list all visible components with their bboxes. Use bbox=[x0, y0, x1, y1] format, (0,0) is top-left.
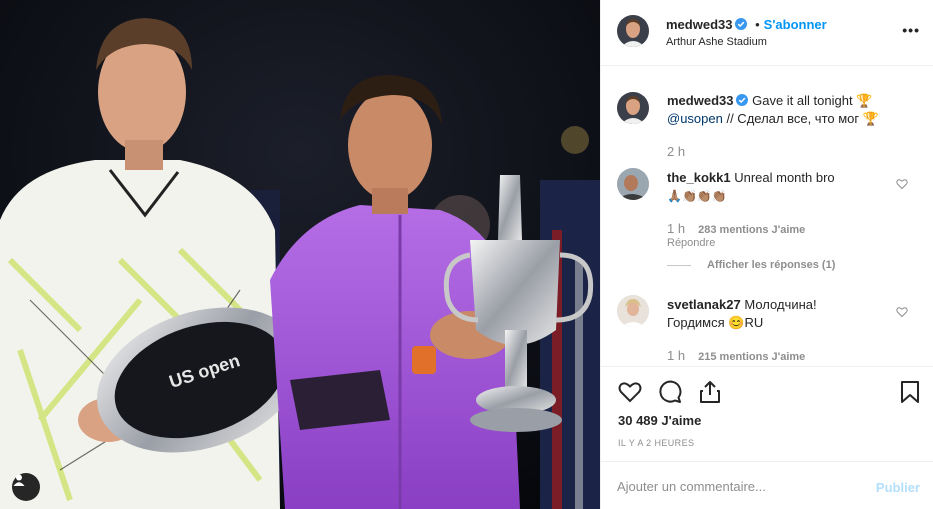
bookmark-icon[interactable] bbox=[897, 379, 923, 405]
like-count[interactable]: 30 489 J'aime bbox=[618, 413, 701, 428]
post-header: medwed33 • S'abonner Arthur Ashe Stadium … bbox=[601, 0, 933, 66]
comment-avatar[interactable] bbox=[617, 168, 649, 200]
follow-button[interactable]: S'abonner bbox=[764, 17, 827, 32]
comment-1-meta: 1 h 283 mentions J'aime bbox=[667, 221, 805, 236]
post-actions: 30 489 J'aime IL Y A 2 HEURES bbox=[601, 366, 933, 460]
post-side-panel: medwed33 • S'abonner Arthur Ashe Stadium … bbox=[600, 0, 933, 509]
comment-1-time[interactable]: 1 h bbox=[667, 221, 685, 236]
caption-username[interactable]: medwed33 bbox=[667, 93, 733, 108]
add-comment-bar: Publier bbox=[601, 461, 933, 509]
avatar-image bbox=[617, 295, 649, 327]
verified-badge-icon bbox=[736, 94, 749, 106]
replies-divider bbox=[667, 264, 691, 266]
separator-dot: • bbox=[755, 17, 760, 32]
comment-avatar[interactable] bbox=[617, 295, 649, 327]
verified-badge-icon bbox=[735, 18, 748, 30]
comment-1-likes[interactable]: 283 mentions J'aime bbox=[698, 224, 805, 236]
avatar-image bbox=[617, 92, 649, 124]
post-timestamp[interactable]: IL Y A 2 HEURES bbox=[618, 438, 694, 448]
post-photo[interactable]: US open bbox=[0, 0, 600, 509]
header-username[interactable]: medwed33 bbox=[666, 17, 732, 32]
avatar-image bbox=[617, 168, 649, 200]
heart-icon[interactable] bbox=[617, 379, 643, 405]
show-replies-button[interactable]: Afficher les réponses (1) bbox=[667, 259, 835, 271]
caption-mention-link[interactable]: @usopen bbox=[667, 111, 723, 126]
location-link[interactable]: Arthur Ashe Stadium bbox=[666, 36, 767, 48]
comment-1-emojis: 🙏🏽👏🏽👏🏽👏🏽 bbox=[667, 189, 727, 203]
avatar[interactable] bbox=[617, 15, 649, 47]
caption-part1: Gave it all tonight 🏆 bbox=[752, 93, 873, 108]
like-comment-heart-icon[interactable] bbox=[896, 178, 908, 190]
tennis-trophy-photo: US open bbox=[0, 0, 600, 509]
show-replies-label: Afficher les réponses (1) bbox=[707, 259, 836, 271]
comment-2-time[interactable]: 1 h bbox=[667, 348, 685, 363]
person-icon bbox=[13, 474, 25, 486]
caption-avatar[interactable] bbox=[617, 92, 649, 124]
caption-text: medwed33 Gave it all tonight 🏆 @usopen /… bbox=[667, 92, 897, 128]
header-user-line: medwed33 • S'abonner bbox=[666, 17, 827, 32]
avatar-image bbox=[617, 15, 649, 47]
caption-part2: // Сделал все, что мог 🏆 bbox=[722, 111, 879, 126]
comment-2-body: Молодчина! bbox=[744, 297, 817, 312]
tagged-user-button[interactable] bbox=[12, 473, 40, 501]
comment-icon[interactable] bbox=[657, 379, 683, 405]
comment-1-body: Unreal month bro bbox=[734, 170, 835, 185]
comment-2-likes[interactable]: 215 mentions J'aime bbox=[698, 351, 805, 363]
comment-2-username[interactable]: svetlanak27 bbox=[667, 297, 741, 312]
more-options-icon[interactable]: ••• bbox=[902, 22, 920, 38]
like-comment-heart-icon[interactable] bbox=[896, 306, 908, 318]
comment-2-body-line2: Гордимся 😊RU bbox=[667, 315, 764, 330]
comment-1-text: the_kokk1 Unreal month bro 🙏🏽👏🏽👏🏽👏🏽 bbox=[667, 169, 897, 205]
caption-time[interactable]: 2 h bbox=[667, 144, 685, 159]
comment-2-meta: 1 h 215 mentions J'aime bbox=[667, 348, 805, 363]
publish-button[interactable]: Publier bbox=[876, 480, 920, 495]
comment-input[interactable] bbox=[617, 476, 857, 496]
comments-list[interactable]: medwed33 Gave it all tonight 🏆 @usopen /… bbox=[601, 67, 933, 365]
comment-1-username[interactable]: the_kokk1 bbox=[667, 170, 731, 185]
reply-button[interactable]: Répondre bbox=[667, 237, 715, 249]
comment-2-text: svetlanak27 Молодчина! Гордимся 😊RU bbox=[667, 296, 897, 332]
share-icon[interactable] bbox=[697, 379, 723, 405]
